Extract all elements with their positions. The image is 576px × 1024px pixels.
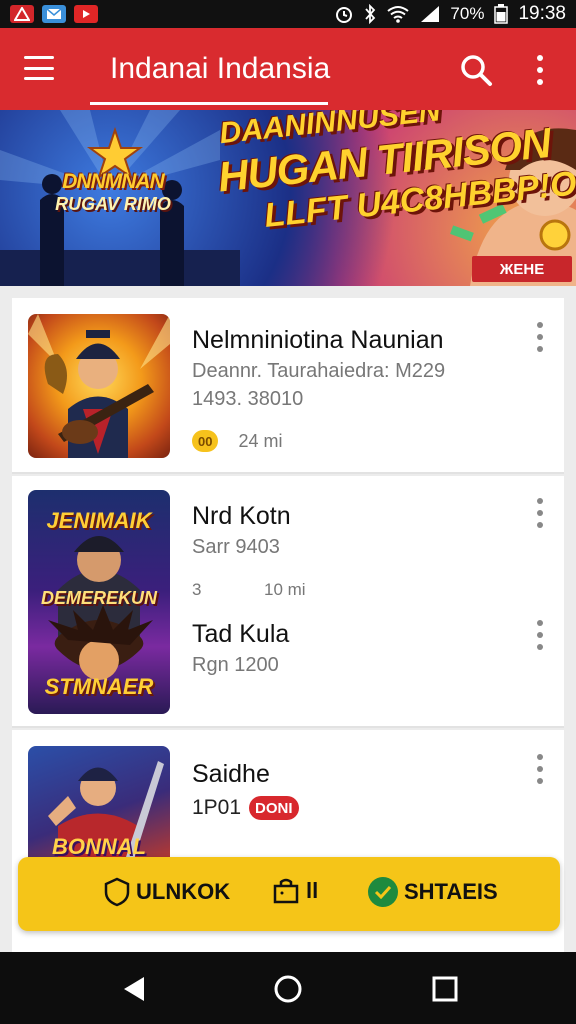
status-indicators: 70% 19:38 xyxy=(334,3,566,25)
game-thumbnail: JENIMAIK DEMEREKUN STMNAER xyxy=(28,490,170,714)
item-subtitle: Deannr. Taurahaiedra: M229 xyxy=(192,360,446,382)
app-screen: 70% 19:38 Indanai Indansia DNNMNAN RUGAV… xyxy=(0,0,576,1024)
unlock-label: ULNKOK xyxy=(136,879,231,904)
clock: 19:38 xyxy=(518,3,566,24)
list-item[interactable]: Nelmniniotina Naunian Deannr. Taurahaied… xyxy=(12,298,564,472)
divider xyxy=(12,726,564,728)
item-meta: 1P01 xyxy=(192,796,242,819)
divider xyxy=(12,472,564,474)
signal-icon xyxy=(421,6,440,22)
status-bar: 70% 19:38 xyxy=(0,0,576,28)
alert-app-icon xyxy=(10,5,34,23)
banner-badge: ЖЕНЕ xyxy=(472,256,572,282)
banner-logo-subtitle: RUGAV RIMO xyxy=(55,194,171,214)
item-more-icon[interactable] xyxy=(532,322,548,352)
share-button[interactable]: SHTAEIS xyxy=(368,877,498,907)
battery-icon xyxy=(494,4,509,24)
item-secondary-subtitle: Rgn 1200 xyxy=(192,654,279,676)
video-app-icon xyxy=(74,5,98,23)
thumbnail-caption-top: JENIMAIK xyxy=(46,508,152,533)
wifi-icon xyxy=(387,6,410,23)
promo-banner[interactable]: DNNMNAN RUGAV RIMO DAANINNUSEN HUGAN TII… xyxy=(0,110,576,286)
battery-percent: 70% xyxy=(450,4,485,23)
coin-badge: 00 xyxy=(192,430,219,452)
item-subtitle: Sarr 9403 xyxy=(192,536,280,558)
bag-button[interactable]: ll xyxy=(272,877,318,905)
back-icon[interactable] xyxy=(120,974,150,1004)
list-item[interactable]: BONNAL Saidhe 1P01 DONI xyxy=(12,730,564,970)
item-distance: 24 mi xyxy=(238,430,283,451)
item-meta: 1493. 38010 xyxy=(192,388,304,410)
recent-apps-icon[interactable] xyxy=(430,974,460,1004)
action-bar: ULNKOK ll SHTAEIS xyxy=(18,857,560,931)
item-title: Nelmniniotina Naunian xyxy=(192,326,444,354)
item-more-icon[interactable] xyxy=(532,754,548,784)
status-notifications xyxy=(10,5,98,23)
item-more-icon[interactable] xyxy=(532,498,548,528)
item-stats: 1P01 DONI xyxy=(192,796,299,820)
item-title: Saidhe xyxy=(192,760,270,788)
bag-label: ll xyxy=(306,878,319,903)
page-title: Indanai Indansia xyxy=(110,52,331,85)
price-tag: DONI xyxy=(249,796,299,820)
item-more-icon[interactable] xyxy=(532,620,548,650)
banner-logo: DNNMNAN RUGAV RIMO xyxy=(38,170,188,260)
more-vert-icon[interactable] xyxy=(528,52,552,88)
system-nav-bar xyxy=(0,952,576,1024)
mail-app-icon xyxy=(42,5,66,23)
share-label: SHTAEIS xyxy=(404,879,498,904)
shield-icon xyxy=(104,877,130,907)
title-tab-indicator xyxy=(90,102,328,105)
unlock-button[interactable]: ULNKOK xyxy=(104,877,230,907)
list-item[interactable]: JENIMAIK DEMEREKUN STMNAER Nrd Kotn Sarr… xyxy=(12,476,564,726)
item-rank: 3 xyxy=(192,580,202,599)
bag-icon xyxy=(273,878,299,904)
item-title: Nrd Kotn xyxy=(192,502,291,530)
item-distance: 10 mi xyxy=(264,580,306,599)
home-icon[interactable] xyxy=(273,974,303,1004)
app-bar: Indanai Indansia xyxy=(0,28,576,110)
item-secondary-title: Tad Kula xyxy=(192,620,290,648)
thumbnail-caption-mid: DEMEREKUN xyxy=(40,588,157,608)
check-icon xyxy=(368,877,398,907)
menu-icon[interactable] xyxy=(24,56,54,80)
search-icon[interactable] xyxy=(458,52,494,88)
item-stats: 00 24 mi xyxy=(192,430,282,452)
alarm-icon xyxy=(336,7,353,23)
bluetooth-icon xyxy=(365,4,376,24)
game-thumbnail xyxy=(28,314,170,458)
banner-logo-title: DNNMNAN xyxy=(62,170,165,193)
game-thumbnail: BONNAL xyxy=(28,746,170,866)
thumbnail-caption-bottom: STMNAER xyxy=(44,674,154,699)
